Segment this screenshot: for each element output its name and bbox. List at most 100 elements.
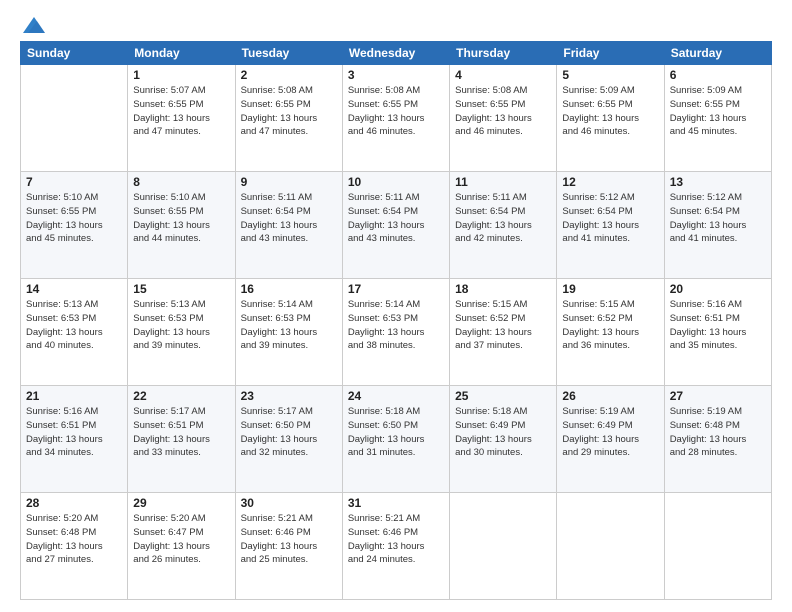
calendar-cell: 25Sunrise: 5:18 AMSunset: 6:49 PMDayligh…: [450, 386, 557, 493]
day-info: Sunrise: 5:08 AMSunset: 6:55 PMDaylight:…: [241, 84, 337, 139]
calendar-cell: 5Sunrise: 5:09 AMSunset: 6:55 PMDaylight…: [557, 65, 664, 172]
logo-icon: [23, 17, 45, 33]
day-info: Sunrise: 5:20 AMSunset: 6:47 PMDaylight:…: [133, 512, 229, 567]
day-number: 20: [670, 282, 766, 296]
weekday-header-tuesday: Tuesday: [235, 42, 342, 65]
day-number: 12: [562, 175, 658, 189]
calendar-cell: 12 Sunrise: 5:12 AMSunset: 6:54 PMDayligh…: [557, 172, 664, 279]
day-number: 3: [348, 68, 444, 82]
day-number: 14: [26, 282, 122, 296]
day-info: Sunrise: 5:21 AMSunset: 6:46 PMDaylight:…: [348, 512, 444, 567]
day-number: 16: [241, 282, 337, 296]
day-number: 21: [26, 389, 122, 403]
day-info: Sunrise: 5:10 AMSunset: 6:55 PMDaylight:…: [133, 191, 229, 246]
day-info: Sunrise: 5:09 AMSunset: 6:55 PMDaylight:…: [670, 84, 766, 139]
day-number: 27: [670, 389, 766, 403]
day-number: 26: [562, 389, 658, 403]
day-info: Sunrise: 5:15 AMSunset: 6:52 PMDaylight:…: [562, 298, 658, 353]
day-number: 22: [133, 389, 229, 403]
day-info: Sunrise: 5:18 AMSunset: 6:50 PMDaylight:…: [348, 405, 444, 460]
calendar-cell: 29 Sunrise: 5:20 AMSunset: 6:47 PMDayligh…: [128, 493, 235, 600]
day-number: 13: [670, 175, 766, 189]
day-number: 6: [670, 68, 766, 82]
day-info: Sunrise: 5:14 AMSunset: 6:53 PMDaylight:…: [348, 298, 444, 353]
day-info: Sunrise: 5:11 AMSunset: 6:54 PMDaylight:…: [348, 191, 444, 246]
day-info: Sunrise: 5:17 AMSunset: 6:50 PMDaylight:…: [241, 405, 337, 460]
week-row-2: 7 Sunrise: 5:10 AMSunset: 6:55 PMDaylight…: [21, 172, 772, 279]
day-info: Sunrise: 5:15 AMSunset: 6:52 PMDaylight:…: [455, 298, 551, 353]
calendar-cell: 16 Sunrise: 5:14 AMSunset: 6:53 PMDayligh…: [235, 279, 342, 386]
calendar-cell: 13Sunrise: 5:12 AMSunset: 6:54 PMDayligh…: [664, 172, 771, 279]
week-row-5: 28 Sunrise: 5:20 AMSunset: 6:48 PMDayligh…: [21, 493, 772, 600]
calendar-cell: 7 Sunrise: 5:10 AMSunset: 6:55 PMDaylight…: [21, 172, 128, 279]
week-row-1: 1 Sunrise: 5:07 AMSunset: 6:55 PMDaylight…: [21, 65, 772, 172]
day-info: Sunrise: 5:07 AMSunset: 6:55 PMDaylight:…: [133, 84, 229, 139]
day-number: 24: [348, 389, 444, 403]
calendar-cell: 4Sunrise: 5:08 AMSunset: 6:55 PMDaylight…: [450, 65, 557, 172]
day-info: Sunrise: 5:14 AMSunset: 6:53 PMDaylight:…: [241, 298, 337, 353]
weekday-header-row: SundayMondayTuesdayWednesdayThursdayFrid…: [21, 42, 772, 65]
week-row-3: 14 Sunrise: 5:13 AMSunset: 6:53 PMDayligh…: [21, 279, 772, 386]
calendar-cell: 27 Sunrise: 5:19 AMSunset: 6:48 PMDayligh…: [664, 386, 771, 493]
calendar-cell: [664, 493, 771, 600]
weekday-header-monday: Monday: [128, 42, 235, 65]
day-info: Sunrise: 5:16 AMSunset: 6:51 PMDaylight:…: [26, 405, 122, 460]
day-info: Sunrise: 5:08 AMSunset: 6:55 PMDaylight:…: [455, 84, 551, 139]
calendar-cell: 20 Sunrise: 5:16 AMSunset: 6:51 PMDayligh…: [664, 279, 771, 386]
calendar-cell: 11 Sunrise: 5:11 AMSunset: 6:54 PMDayligh…: [450, 172, 557, 279]
day-info: Sunrise: 5:08 AMSunset: 6:55 PMDaylight:…: [348, 84, 444, 139]
calendar-cell: 19Sunrise: 5:15 AMSunset: 6:52 PMDayligh…: [557, 279, 664, 386]
calendar-cell: 1 Sunrise: 5:07 AMSunset: 6:55 PMDaylight…: [128, 65, 235, 172]
calendar-cell: 8 Sunrise: 5:10 AMSunset: 6:55 PMDaylight…: [128, 172, 235, 279]
day-number: 30: [241, 496, 337, 510]
calendar-cell: 28 Sunrise: 5:20 AMSunset: 6:48 PMDayligh…: [21, 493, 128, 600]
calendar-cell: 31Sunrise: 5:21 AMSunset: 6:46 PMDayligh…: [342, 493, 449, 600]
day-number: 23: [241, 389, 337, 403]
day-number: 15: [133, 282, 229, 296]
day-info: Sunrise: 5:12 AMSunset: 6:54 PMDaylight:…: [562, 191, 658, 246]
weekday-header-sunday: Sunday: [21, 42, 128, 65]
day-number: 18: [455, 282, 551, 296]
calendar-cell: 2Sunrise: 5:08 AMSunset: 6:55 PMDaylight…: [235, 65, 342, 172]
day-info: Sunrise: 5:21 AMSunset: 6:46 PMDaylight:…: [241, 512, 337, 567]
week-row-4: 21 Sunrise: 5:16 AMSunset: 6:51 PMDayligh…: [21, 386, 772, 493]
day-info: Sunrise: 5:19 AMSunset: 6:49 PMDaylight:…: [562, 405, 658, 460]
day-number: 29: [133, 496, 229, 510]
weekday-header-saturday: Saturday: [664, 42, 771, 65]
calendar-cell: 24 Sunrise: 5:18 AMSunset: 6:50 PMDayligh…: [342, 386, 449, 493]
day-info: Sunrise: 5:20 AMSunset: 6:48 PMDaylight:…: [26, 512, 122, 567]
day-number: 10: [348, 175, 444, 189]
calendar-cell: 26 Sunrise: 5:19 AMSunset: 6:49 PMDayligh…: [557, 386, 664, 493]
day-number: 7: [26, 175, 122, 189]
day-info: Sunrise: 5:11 AMSunset: 6:54 PMDaylight:…: [455, 191, 551, 246]
day-info: Sunrise: 5:13 AMSunset: 6:53 PMDaylight:…: [26, 298, 122, 353]
page: SundayMondayTuesdayWednesdayThursdayFrid…: [0, 0, 792, 612]
calendar-cell: 18 Sunrise: 5:15 AMSunset: 6:52 PMDayligh…: [450, 279, 557, 386]
header: [20, 16, 772, 33]
calendar-cell: 15 Sunrise: 5:13 AMSunset: 6:53 PMDayligh…: [128, 279, 235, 386]
day-number: 11: [455, 175, 551, 189]
day-number: 8: [133, 175, 229, 189]
calendar-cell: 23 Sunrise: 5:17 AMSunset: 6:50 PMDayligh…: [235, 386, 342, 493]
calendar-cell: 6 Sunrise: 5:09 AMSunset: 6:55 PMDaylight…: [664, 65, 771, 172]
day-number: 17: [348, 282, 444, 296]
day-info: Sunrise: 5:10 AMSunset: 6:55 PMDaylight:…: [26, 191, 122, 246]
calendar-cell: 30 Sunrise: 5:21 AMSunset: 6:46 PMDayligh…: [235, 493, 342, 600]
day-info: Sunrise: 5:16 AMSunset: 6:51 PMDaylight:…: [670, 298, 766, 353]
day-number: 5: [562, 68, 658, 82]
weekday-header-friday: Friday: [557, 42, 664, 65]
calendar-cell: 9 Sunrise: 5:11 AMSunset: 6:54 PMDaylight…: [235, 172, 342, 279]
day-number: 28: [26, 496, 122, 510]
calendar-cell: 14 Sunrise: 5:13 AMSunset: 6:53 PMDayligh…: [21, 279, 128, 386]
calendar-cell: [557, 493, 664, 600]
day-info: Sunrise: 5:13 AMSunset: 6:53 PMDaylight:…: [133, 298, 229, 353]
day-info: Sunrise: 5:17 AMSunset: 6:51 PMDaylight:…: [133, 405, 229, 460]
calendar-cell: [450, 493, 557, 600]
day-number: 9: [241, 175, 337, 189]
day-info: Sunrise: 5:19 AMSunset: 6:48 PMDaylight:…: [670, 405, 766, 460]
day-number: 1: [133, 68, 229, 82]
logo-text: [20, 16, 45, 33]
weekday-header-wednesday: Wednesday: [342, 42, 449, 65]
calendar-cell: 21 Sunrise: 5:16 AMSunset: 6:51 PMDayligh…: [21, 386, 128, 493]
day-info: Sunrise: 5:11 AMSunset: 6:54 PMDaylight:…: [241, 191, 337, 246]
